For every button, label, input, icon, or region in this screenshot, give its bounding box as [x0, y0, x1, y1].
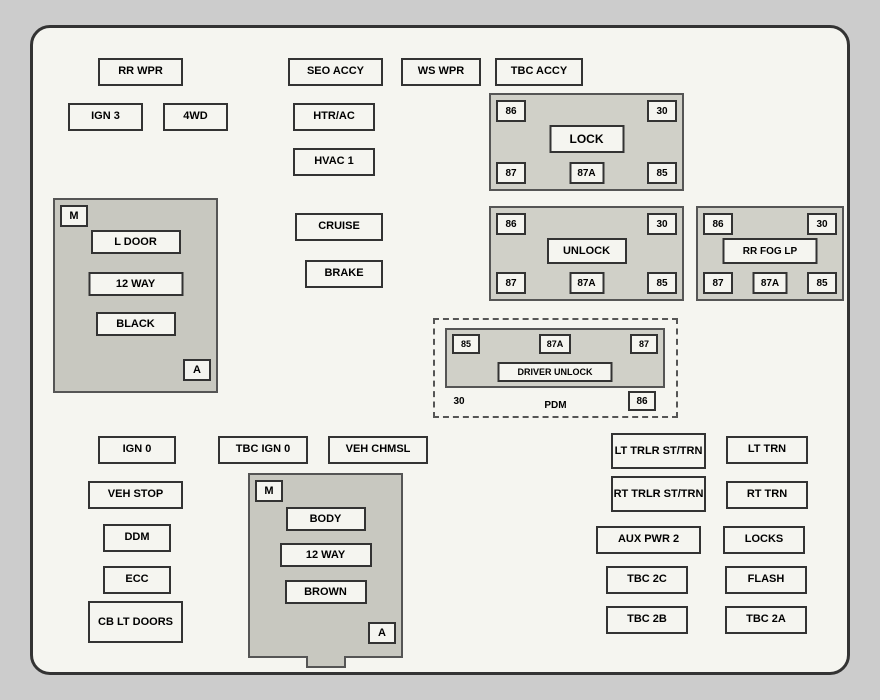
unlock-relay-group: 86 30 UNLOCK 87 87A 85: [489, 206, 684, 301]
rr-fog-pin-30: 30: [807, 213, 837, 235]
driver-unlock-group: 85 87A 87 DRIVER UNLOCK: [445, 328, 665, 388]
lock-pin-30: 30: [647, 100, 677, 122]
pdm-box: 85 87A 87 DRIVER UNLOCK 30 86 PDM: [433, 318, 678, 418]
unlock-pin-87a: 87A: [569, 272, 604, 294]
tbc-2b-box: TBC 2B: [606, 606, 688, 634]
brake-box: BRAKE: [305, 260, 383, 288]
lt-trlr-box: LT TRLR ST/TRN: [611, 433, 706, 469]
rr-fog-pin-86: 86: [703, 213, 733, 235]
veh-stop-box: VEH STOP: [88, 481, 183, 509]
tbc-2a-box: TBC 2A: [725, 606, 807, 634]
veh-chmsl-box: VEH CHMSL: [328, 436, 428, 464]
unlock-pin-30: 30: [647, 213, 677, 235]
fwd-box: 4WD: [163, 103, 228, 131]
left-m-pin: M: [60, 205, 88, 227]
aux-pwr2-box: AUX PWR 2: [596, 526, 701, 554]
lt-trn-box: LT TRN: [726, 436, 808, 464]
unlock-label: UNLOCK: [547, 238, 627, 264]
du-pin-85: 85: [452, 334, 480, 354]
lock-relay-group: 86 30 LOCK 87 87A 85: [489, 93, 684, 191]
lock-pin-85: 85: [647, 162, 677, 184]
seo-accy-box: SEO ACCY: [288, 58, 383, 86]
cruise-box: CRUISE: [295, 213, 383, 241]
lock-pin-87a: 87A: [569, 162, 604, 184]
ecc-box: ECC: [103, 566, 171, 594]
htr-ac-box: HTR/AC: [293, 103, 375, 131]
left-black-label: BLACK: [96, 312, 176, 336]
hvac1-box: HVAC 1: [293, 148, 375, 176]
diagram-container: RR WPR SEO ACCY WS WPR TBC ACCY IGN 3 4W…: [30, 25, 850, 675]
unlock-pin-87: 87: [496, 272, 526, 294]
left-ldoor-label: L DOOR: [91, 230, 181, 254]
rr-fog-pin-87: 87: [703, 272, 733, 294]
rr-fog-pin-85: 85: [807, 272, 837, 294]
ddm-box: DDM: [103, 524, 171, 552]
lock-pin-86: 86: [496, 100, 526, 122]
tbc-ign0-box: TBC IGN 0: [218, 436, 308, 464]
ign0-box: IGN 0: [98, 436, 176, 464]
flash-box: FLASH: [725, 566, 807, 594]
pdm-pin-30: 30: [445, 391, 473, 411]
tbc-2c-box: TBC 2C: [606, 566, 688, 594]
du-pin-87: 87: [630, 334, 658, 354]
rt-trn-box: RT TRN: [726, 481, 808, 509]
left-a-pin: A: [183, 359, 211, 381]
right-connector-block: M BODY 12 WAY BROWN A: [248, 473, 403, 658]
ign3-box: IGN 3: [68, 103, 143, 131]
right-a-pin: A: [368, 622, 396, 644]
left-connector-block: M L DOOR 12 WAY BLACK A: [53, 198, 218, 393]
lock-label: LOCK: [549, 125, 624, 153]
unlock-pin-86: 86: [496, 213, 526, 235]
cb-lt-doors-box: CB LT DOORS: [88, 601, 183, 643]
rr-fog-label: RR FOG LP: [723, 238, 818, 264]
rr-wpr-box: RR WPR: [98, 58, 183, 86]
right-body-label: BODY: [286, 507, 366, 531]
right-brown-label: BROWN: [285, 580, 367, 604]
rr-fog-pin-87a: 87A: [753, 272, 788, 294]
pdm-pin-86: 86: [628, 391, 656, 411]
tbc-accy-box: TBC ACCY: [495, 58, 583, 86]
left-12way-label: 12 WAY: [88, 272, 183, 296]
right-connector-tab: [306, 656, 346, 668]
rr-fog-relay-group: 86 30 RR FOG LP 87 87A 85: [696, 206, 844, 301]
right-12way-label: 12 WAY: [280, 543, 372, 567]
right-m-pin: M: [255, 480, 283, 502]
unlock-pin-85: 85: [647, 272, 677, 294]
pdm-label: PDM: [544, 400, 566, 411]
du-pin-87a: 87A: [539, 334, 571, 354]
locks-box: LOCKS: [723, 526, 805, 554]
driver-unlock-label: DRIVER UNLOCK: [498, 362, 613, 382]
lock-pin-87: 87: [496, 162, 526, 184]
ws-wpr-box: WS WPR: [401, 58, 481, 86]
rt-trlr-box: RT TRLR ST/TRN: [611, 476, 706, 512]
